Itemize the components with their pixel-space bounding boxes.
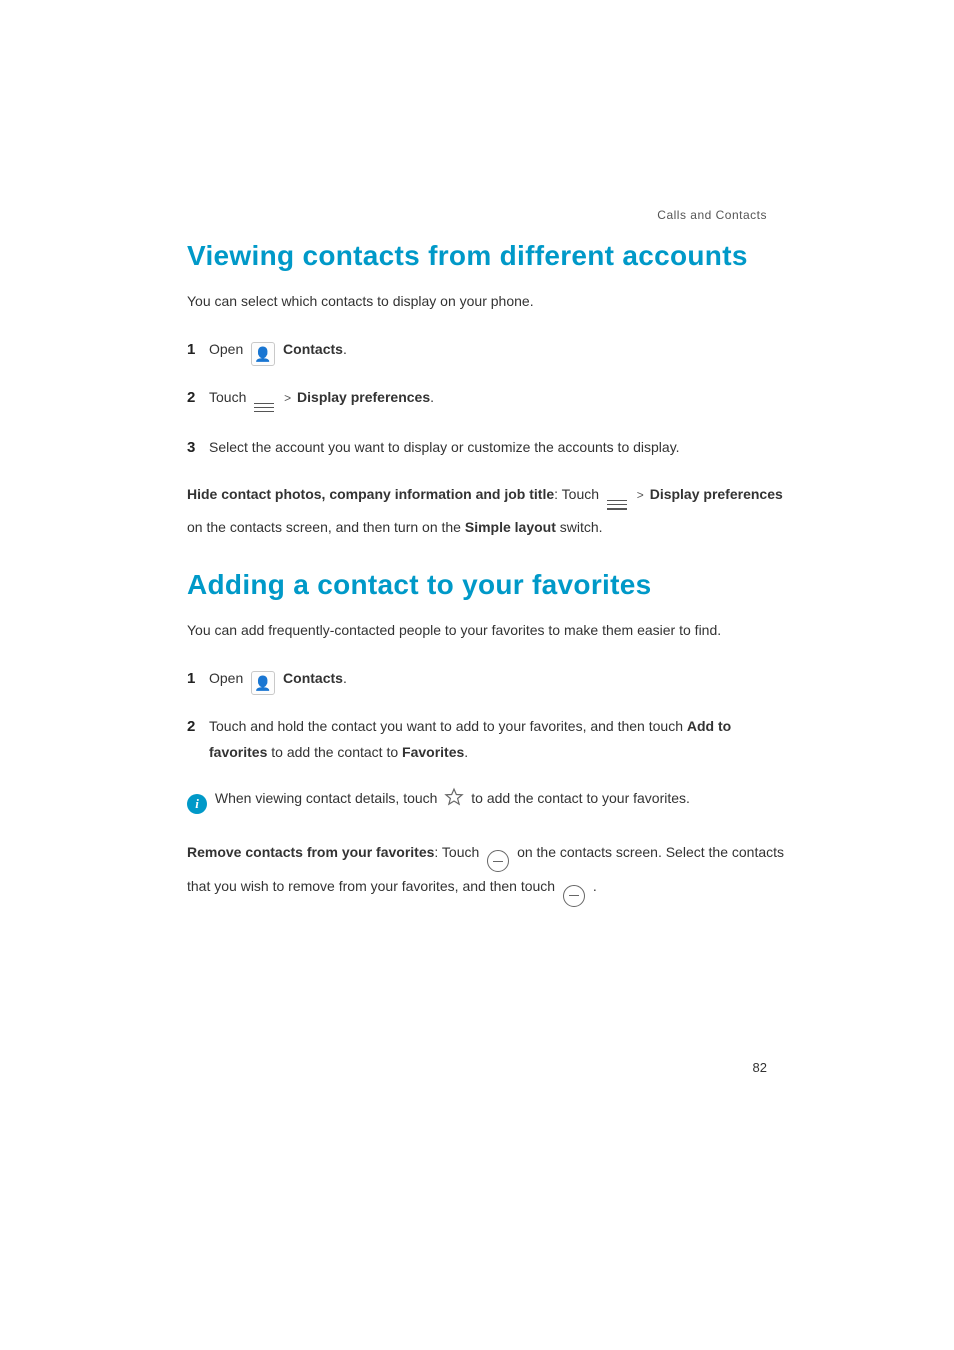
info-b: to add the contact to your favorites. xyxy=(471,790,690,806)
minus-circle-icon xyxy=(487,850,509,872)
step-text: Touch > Display preferences. xyxy=(209,384,784,416)
step-number: 2 xyxy=(187,384,209,413)
header-section-label: Calls and Contacts xyxy=(657,208,767,222)
info-a: When viewing contact details, touch xyxy=(215,790,441,806)
step-number: 1 xyxy=(187,336,209,365)
step1-end: . xyxy=(343,341,347,357)
section2-remove-paragraph: Remove contacts from your favorites: Tou… xyxy=(187,838,784,907)
remove-t3: . xyxy=(593,878,597,894)
step2-end: . xyxy=(430,389,434,405)
step-text: Open 👤 Contacts. xyxy=(209,336,784,366)
step-text: Open 👤 Contacts. xyxy=(209,665,784,695)
section2-intro: You can add frequently-contacted people … xyxy=(187,619,784,643)
star-outline-icon xyxy=(444,787,464,816)
s2c: to add the contact to xyxy=(267,744,402,760)
section1-step-3: 3 Select the account you want to display… xyxy=(187,434,784,463)
section2-steps: 1 Open 👤 Contacts. 2 Touch and hold the … xyxy=(187,665,784,766)
hide-title-bold: Hide contact photos, company information… xyxy=(187,486,554,502)
step-number: 1 xyxy=(187,665,209,694)
page-number: 82 xyxy=(753,1060,767,1075)
hide-t3: switch. xyxy=(556,519,603,535)
step1-open: Open xyxy=(209,341,247,357)
heading-adding-favorites: Adding a contact to your favorites xyxy=(187,569,784,601)
contacts-label: Contacts xyxy=(283,670,343,686)
greater-than: > xyxy=(637,488,644,502)
section2-step-1: 1 Open 👤 Contacts. xyxy=(187,665,784,695)
section1-intro: You can select which contacts to display… xyxy=(187,290,784,314)
remove-favorites-bold: Remove contacts from your favorites xyxy=(187,844,434,860)
hide-t1: : Touch xyxy=(554,486,603,502)
display-preferences-bold: Display preferences xyxy=(650,486,783,502)
section1-hide-paragraph: Hide contact photos, company information… xyxy=(187,480,784,541)
step-text: Select the account you want to display o… xyxy=(209,434,784,461)
display-preferences-label: Display preferences xyxy=(297,389,430,405)
minus-circle-icon xyxy=(563,885,585,907)
section2-info-note: i When viewing contact details, touch to… xyxy=(187,784,784,816)
s2a: Touch and hold the contact you want to a… xyxy=(209,718,687,734)
step1-open: Open xyxy=(209,670,247,686)
contacts-app-icon: 👤 xyxy=(251,342,275,366)
info-icon: i xyxy=(187,794,207,814)
s2e: . xyxy=(464,744,468,760)
remove-t1: : Touch xyxy=(434,844,483,860)
section1-step-2: 2 Touch > Display preferences. xyxy=(187,384,784,416)
step-number: 3 xyxy=(187,434,209,463)
section1-steps: 1 Open 👤 Contacts. 2 Touch > Display pre… xyxy=(187,336,784,462)
hamburger-menu-icon xyxy=(607,497,627,513)
hamburger-menu-icon xyxy=(254,400,274,416)
simple-layout-bold: Simple layout xyxy=(465,519,556,535)
section2-step-2: 2 Touch and hold the contact you want to… xyxy=(187,713,784,766)
section1-step-1: 1 Open 👤 Contacts. xyxy=(187,336,784,366)
step-text: Touch and hold the contact you want to a… xyxy=(209,713,784,766)
favorites-bold: Favorites xyxy=(402,744,464,760)
page: Calls and Contacts Viewing contacts from… xyxy=(0,0,954,1350)
contacts-app-icon: 👤 xyxy=(251,671,275,695)
greater-than: > xyxy=(284,391,291,405)
hide-t2: on the contacts screen, and then turn on… xyxy=(187,519,465,535)
heading-viewing-contacts: Viewing contacts from different accounts xyxy=(187,240,784,272)
contacts-label: Contacts xyxy=(283,341,343,357)
step1-end: . xyxy=(343,670,347,686)
step2-touch: Touch xyxy=(209,389,250,405)
step-number: 2 xyxy=(187,713,209,742)
